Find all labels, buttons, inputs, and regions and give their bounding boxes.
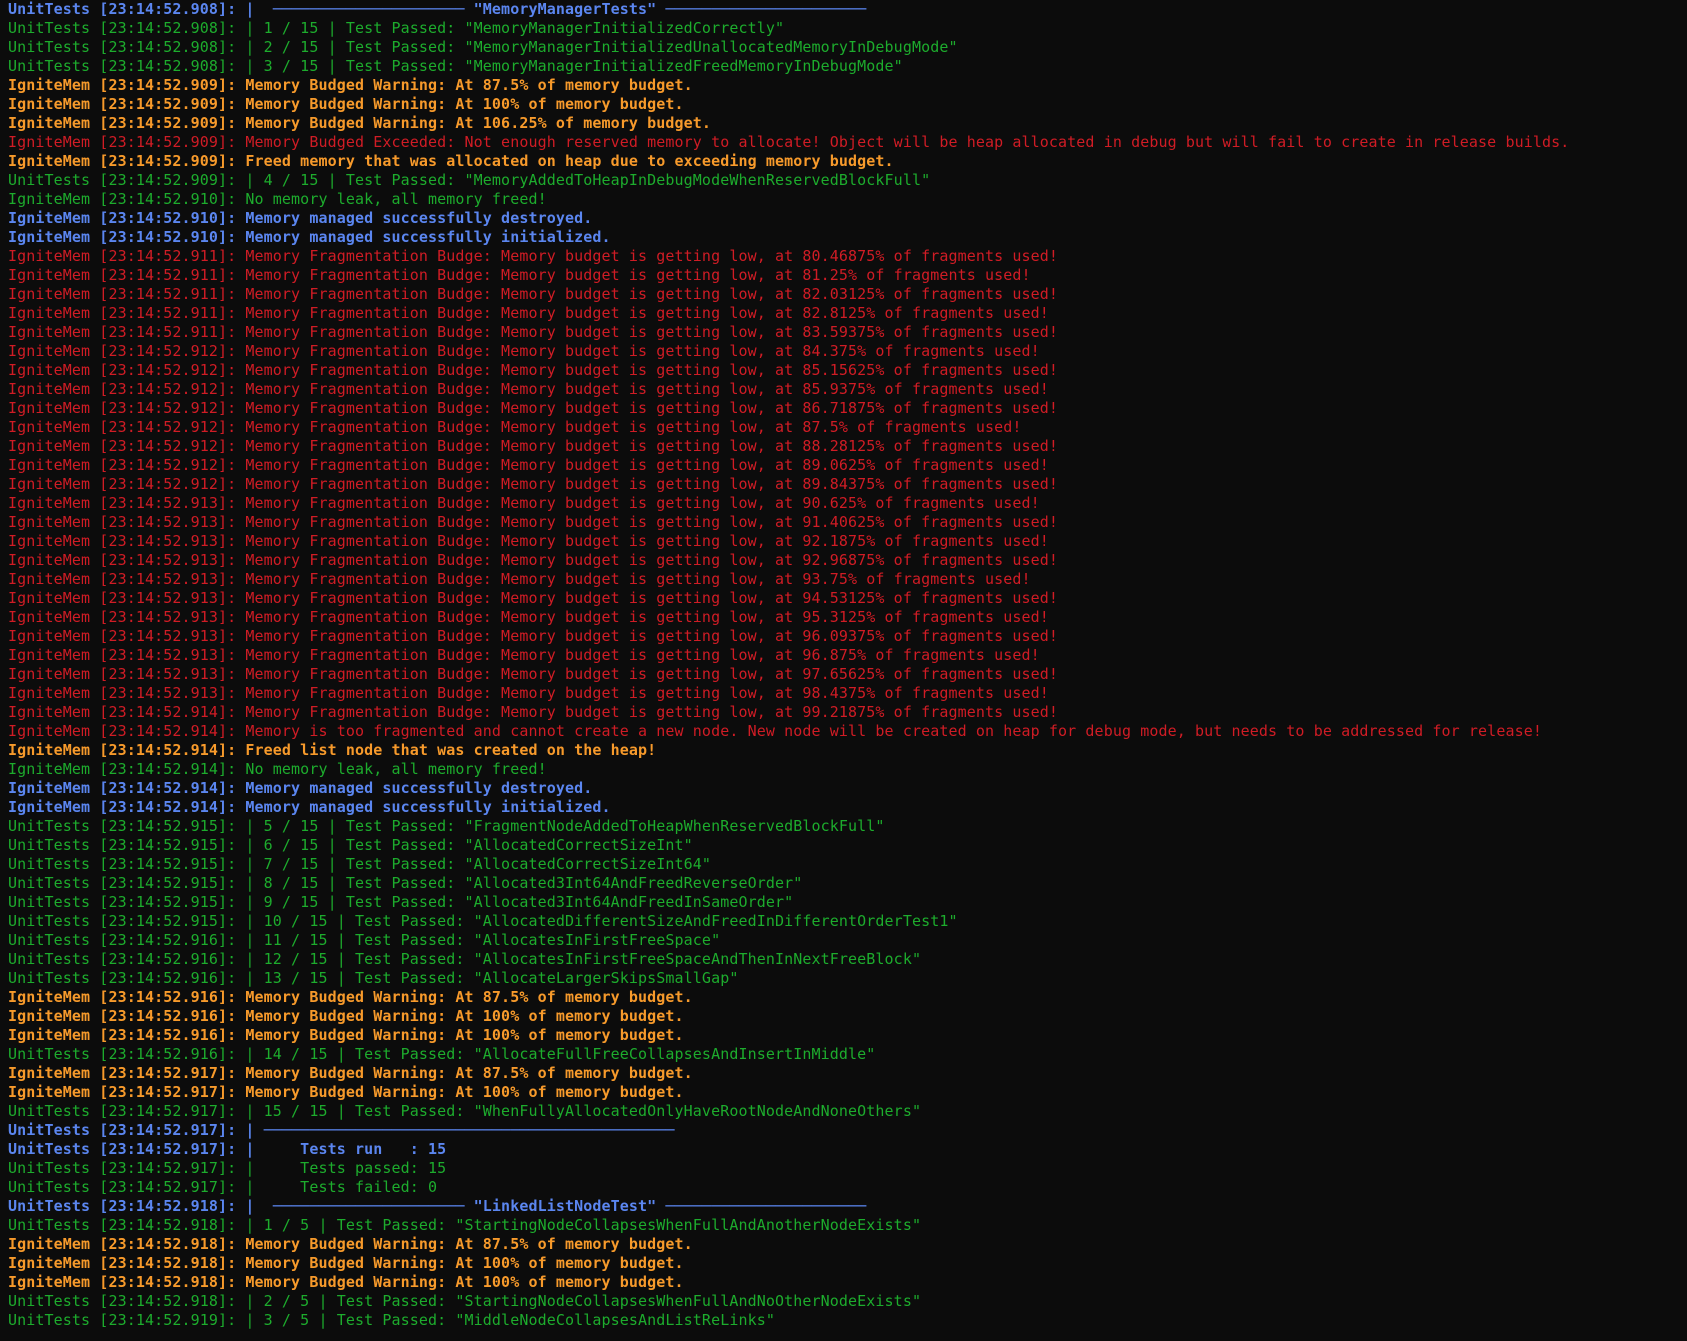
log-line: UnitTests [23:14:52.915]: | 10 / 15 | Te… <box>8 912 958 930</box>
log-line: UnitTests [23:14:52.916]: | 11 / 15 | Te… <box>8 931 721 949</box>
log-line: IgniteMem [23:14:52.914]: No memory leak… <box>8 760 547 778</box>
log-line: UnitTests [23:14:52.908]: | 1 / 15 | Tes… <box>8 19 785 37</box>
log-line: UnitTests [23:14:52.919]: | 3 / 5 | Test… <box>8 1311 775 1329</box>
log-line: IgniteMem [23:14:52.912]: Memory Fragmen… <box>8 380 1049 398</box>
log-line: IgniteMem [23:14:52.914]: Memory Fragmen… <box>8 703 1059 721</box>
log-line: UnitTests [23:14:52.915]: | 6 / 15 | Tes… <box>8 836 693 854</box>
log-line: UnitTests [23:14:52.916]: | 12 / 15 | Te… <box>8 950 922 968</box>
log-line: IgniteMem [23:14:52.917]: Memory Budged … <box>8 1064 693 1082</box>
log-line: IgniteMem [23:14:52.918]: Memory Budged … <box>8 1273 684 1291</box>
log-line: IgniteMem [23:14:52.911]: Memory Fragmen… <box>8 323 1059 341</box>
log-line: IgniteMem [23:14:52.913]: Memory Fragmen… <box>8 570 1031 588</box>
log-line: UnitTests [23:14:52.908]: | 3 / 15 | Tes… <box>8 57 903 75</box>
log-line: IgniteMem [23:14:52.912]: Memory Fragmen… <box>8 456 1049 474</box>
log-line: IgniteMem [23:14:52.913]: Memory Fragmen… <box>8 627 1059 645</box>
log-line: IgniteMem [23:14:52.912]: Memory Fragmen… <box>8 418 1022 436</box>
log-line: IgniteMem [23:14:52.911]: Memory Fragmen… <box>8 247 1059 265</box>
log-line: IgniteMem [23:14:52.918]: Memory Budged … <box>8 1235 693 1253</box>
log-line: IgniteMem [23:14:52.914]: Memory managed… <box>8 798 611 816</box>
log-line: IgniteMem [23:14:52.909]: Memory Budged … <box>8 95 684 113</box>
log-line: UnitTests [23:14:52.915]: | 8 / 15 | Tes… <box>8 874 803 892</box>
log-line: IgniteMem [23:14:52.910]: Memory managed… <box>8 228 611 246</box>
log-line: UnitTests [23:14:52.915]: | 9 / 15 | Tes… <box>8 893 794 911</box>
log-line: IgniteMem [23:14:52.909]: Memory Budged … <box>8 76 693 94</box>
log-line: IgniteMem [23:14:52.911]: Memory Fragmen… <box>8 266 1031 284</box>
log-line: IgniteMem [23:14:52.913]: Memory Fragmen… <box>8 551 1059 569</box>
log-line: IgniteMem [23:14:52.916]: Memory Budged … <box>8 1026 684 1044</box>
log-line: IgniteMem [23:14:52.913]: Memory Fragmen… <box>8 532 1049 550</box>
log-line: IgniteMem [23:14:52.913]: Memory Fragmen… <box>8 646 1040 664</box>
log-line: IgniteMem [23:14:52.911]: Memory Fragmen… <box>8 285 1059 303</box>
log-line: IgniteMem [23:14:52.914]: Memory is too … <box>8 722 1542 740</box>
log-line: UnitTests [23:14:52.918]: | 1 / 5 | Test… <box>8 1216 922 1234</box>
log-line: IgniteMem [23:14:52.912]: Memory Fragmen… <box>8 437 1059 455</box>
log-line: UnitTests [23:14:52.917]: | ────────────… <box>8 1121 675 1139</box>
console-output[interactable]: UnitTests [23:14:52.908]: | ────────────… <box>0 0 1687 1341</box>
log-line: IgniteMem [23:14:52.909]: Memory Budged … <box>8 114 712 132</box>
log-line: IgniteMem [23:14:52.910]: No memory leak… <box>8 190 547 208</box>
log-line: IgniteMem [23:14:52.912]: Memory Fragmen… <box>8 342 1040 360</box>
log-line: UnitTests [23:14:52.909]: | 4 / 15 | Tes… <box>8 171 931 189</box>
log-line: IgniteMem [23:14:52.916]: Memory Budged … <box>8 988 693 1006</box>
log-line: IgniteMem [23:14:52.917]: Memory Budged … <box>8 1083 684 1101</box>
log-line: UnitTests [23:14:52.908]: | 2 / 15 | Tes… <box>8 38 958 56</box>
log-line: IgniteMem [23:14:52.916]: Memory Budged … <box>8 1007 684 1025</box>
log-line: IgniteMem [23:14:52.913]: Memory Fragmen… <box>8 608 1049 626</box>
log-line: IgniteMem [23:14:52.913]: Memory Fragmen… <box>8 494 1040 512</box>
log-line: IgniteMem [23:14:52.909]: Freed memory t… <box>8 152 894 170</box>
log-line: UnitTests [23:14:52.916]: | 14 / 15 | Te… <box>8 1045 876 1063</box>
log-line: UnitTests [23:14:52.917]: | Tests failed… <box>8 1178 438 1196</box>
log-line: IgniteMem [23:14:52.913]: Memory Fragmen… <box>8 684 1049 702</box>
log-line: UnitTests [23:14:52.916]: | 13 / 15 | Te… <box>8 969 739 987</box>
log-line: UnitTests [23:14:52.908]: | ────────────… <box>8 0 867 18</box>
log-line: IgniteMem [23:14:52.909]: Memory Budged … <box>8 133 1570 151</box>
log-line: UnitTests [23:14:52.918]: | ────────────… <box>8 1197 867 1215</box>
log-line: UnitTests [23:14:52.915]: | 7 / 15 | Tes… <box>8 855 712 873</box>
log-line: IgniteMem [23:14:52.914]: Memory managed… <box>8 779 593 797</box>
log-line: IgniteMem [23:14:52.913]: Memory Fragmen… <box>8 513 1059 531</box>
log-line: IgniteMem [23:14:52.914]: Freed list nod… <box>8 741 657 759</box>
log-line: IgniteMem [23:14:52.912]: Memory Fragmen… <box>8 361 1059 379</box>
log-line: IgniteMem [23:14:52.913]: Memory Fragmen… <box>8 665 1059 683</box>
log-line: IgniteMem [23:14:52.918]: Memory Budged … <box>8 1254 684 1272</box>
log-line: UnitTests [23:14:52.918]: | 2 / 5 | Test… <box>8 1292 922 1310</box>
log-line: IgniteMem [23:14:52.911]: Memory Fragmen… <box>8 304 1049 322</box>
log-line: UnitTests [23:14:52.917]: | Tests passed… <box>8 1159 447 1177</box>
log-line: UnitTests [23:14:52.917]: | Tests run : … <box>8 1140 447 1158</box>
log-line: IgniteMem [23:14:52.912]: Memory Fragmen… <box>8 399 1059 417</box>
log-line: UnitTests [23:14:52.917]: | 15 / 15 | Te… <box>8 1102 922 1120</box>
log-line: UnitTests [23:14:52.915]: | 5 / 15 | Tes… <box>8 817 885 835</box>
log-line: IgniteMem [23:14:52.913]: Memory Fragmen… <box>8 589 1059 607</box>
log-line: IgniteMem [23:14:52.912]: Memory Fragmen… <box>8 475 1059 493</box>
log-line: IgniteMem [23:14:52.910]: Memory managed… <box>8 209 593 227</box>
